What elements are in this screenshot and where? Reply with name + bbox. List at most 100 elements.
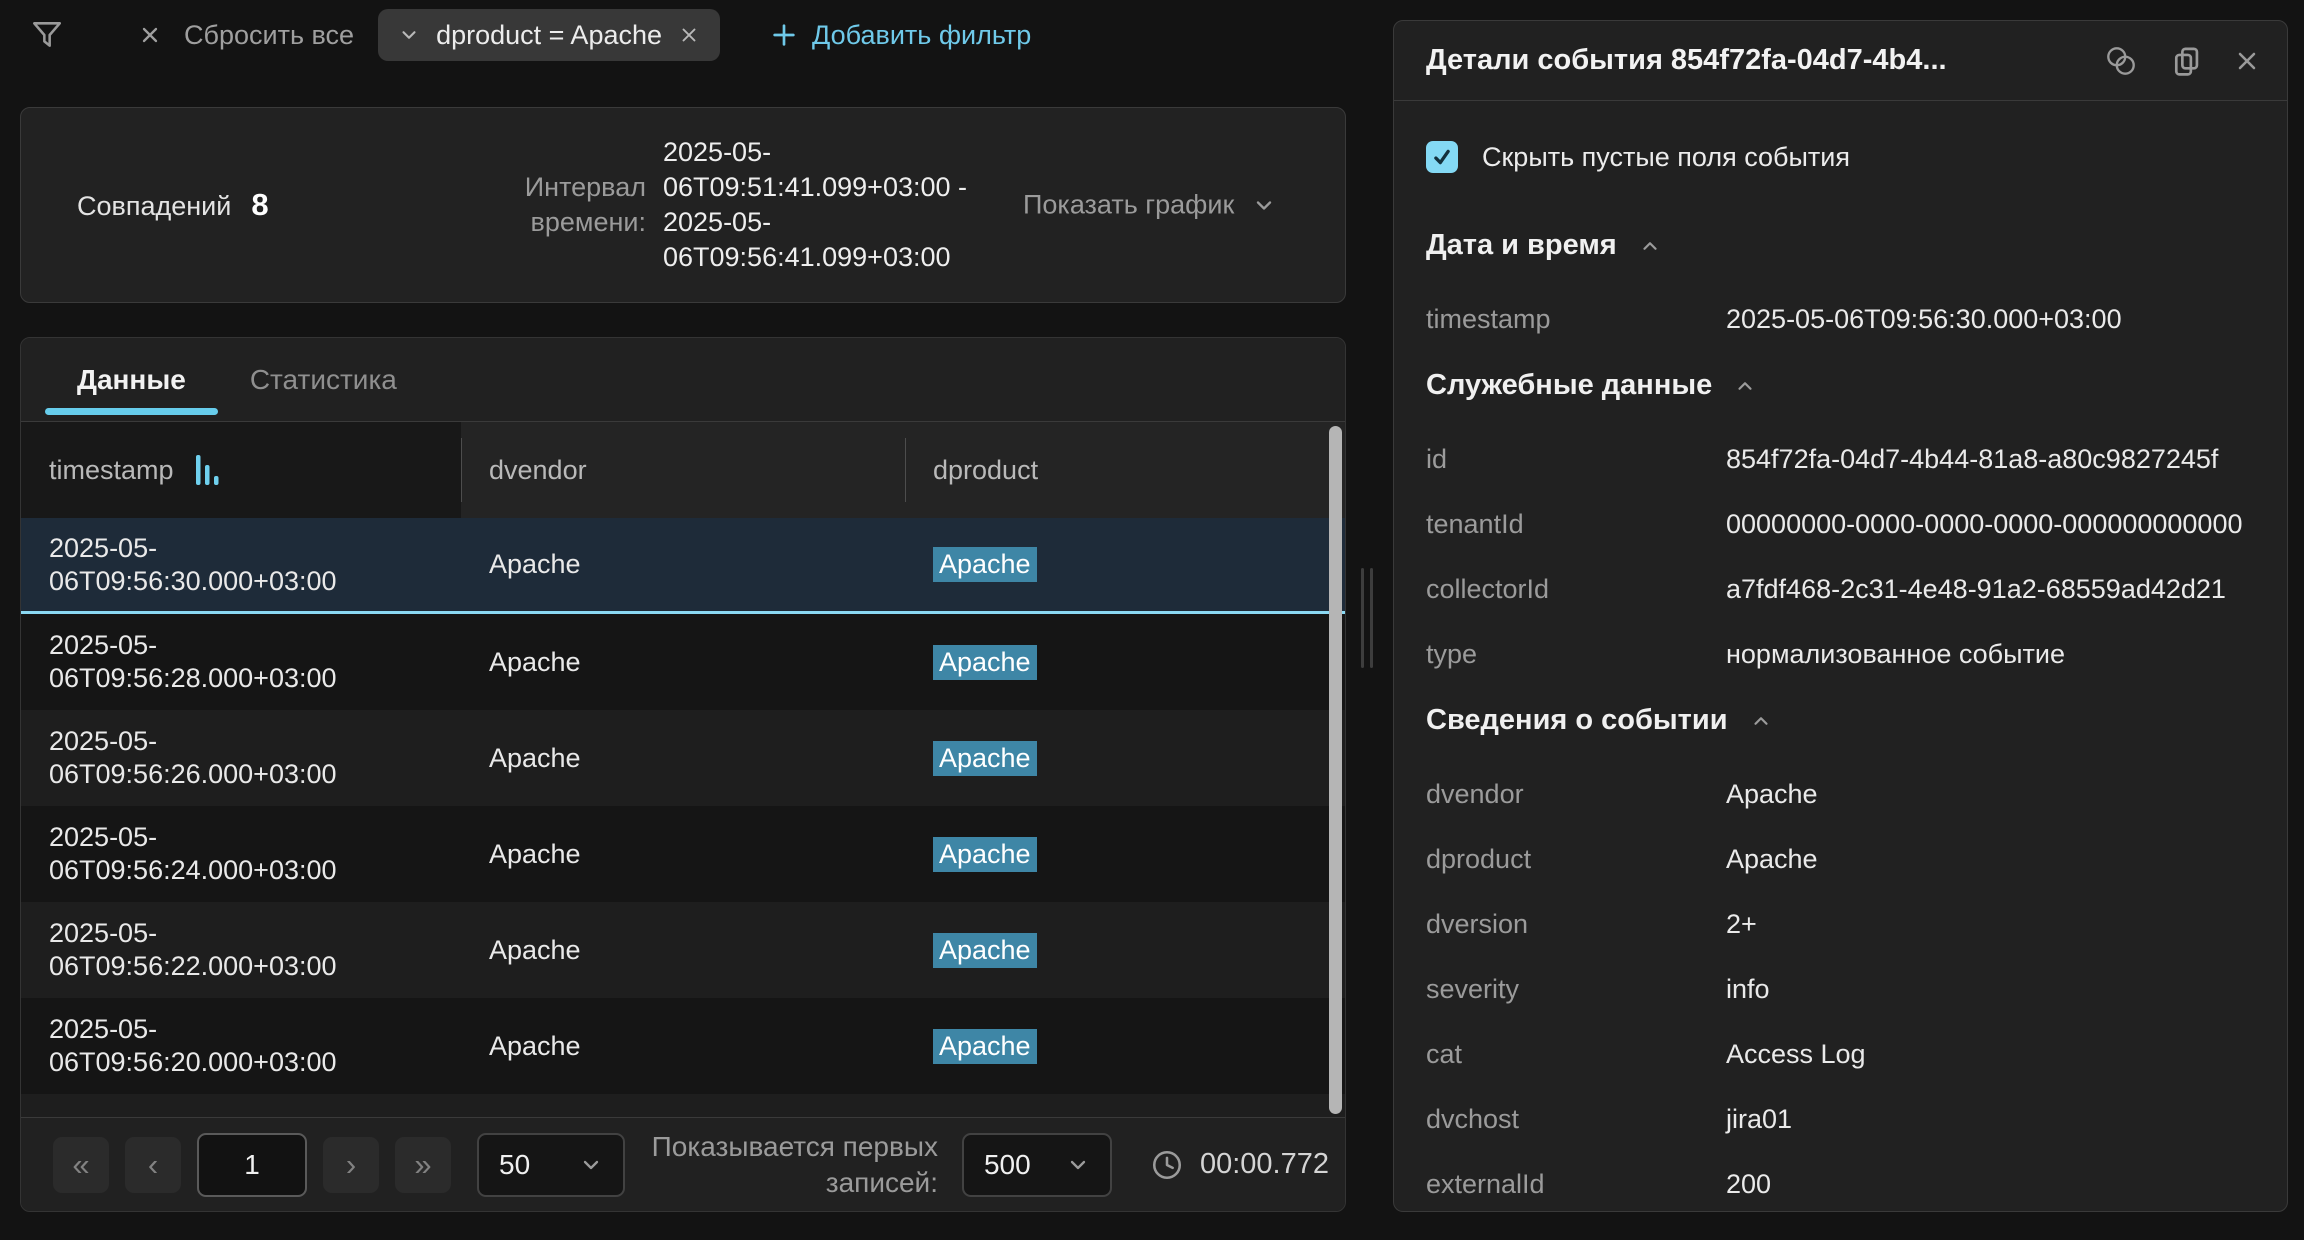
next-page-button[interactable]: › (323, 1137, 379, 1193)
section-service-data: Служебные данные id 854f72fa-04d7-4b44-8… (1426, 369, 2255, 670)
chevron-down-icon[interactable] (398, 24, 420, 46)
copy-icon[interactable] (2169, 44, 2203, 78)
page-size-select[interactable]: 50 (477, 1133, 625, 1197)
last-page-button[interactable]: » (395, 1137, 451, 1193)
match-highlight: Apache (933, 741, 1037, 776)
field-value: a7fdf468-2c31-4e48-91a2-68559ad42d21 (1726, 574, 2226, 605)
column-label: dvendor (489, 455, 587, 486)
detail-field: dvchost jira01 (1426, 1104, 2255, 1135)
table-row[interactable]: 2025-05-06T09:56:20.000+03:00 Apache Apa… (21, 998, 1345, 1094)
details-content: Скрыть пустые поля события Дата и время … (1394, 101, 2287, 1200)
checkbox-checked-icon[interactable] (1426, 141, 1458, 173)
table-row-partial[interactable]: 2025-05- (21, 1094, 1345, 1119)
cell-timestamp: 2025-05-06T09:56:22.000+03:00 (21, 917, 461, 983)
field-name: timestamp (1426, 304, 1726, 335)
column-header-dvendor[interactable]: dvendor (461, 422, 905, 518)
page-number-input[interactable] (197, 1133, 307, 1197)
cell-dproduct: Apache (905, 837, 1345, 872)
tab-data[interactable]: Данные (45, 338, 218, 421)
add-filter-button[interactable]: Добавить фильтр (770, 20, 1031, 51)
section-date-time: Дата и время timestamp 2025-05-06T09:56:… (1426, 229, 2255, 335)
field-name: type (1426, 639, 1726, 670)
chevron-down-icon (579, 1153, 603, 1177)
section-header[interactable]: Служебные данные (1426, 369, 2255, 402)
table-row[interactable]: 2025-05-06T09:56:30.000+03:00 Apache Apa… (21, 518, 1345, 614)
field-value: 854f72fa-04d7-4b44-81a8-a80c9827245f (1726, 444, 2218, 475)
first-page-button[interactable]: « (53, 1137, 109, 1193)
cell-dproduct: Apache (905, 547, 1345, 582)
field-value: нормализованное событие (1726, 639, 2065, 670)
table-tabs: Данные Статистика (21, 338, 1345, 422)
vertical-scrollbar[interactable] (1329, 426, 1342, 1114)
show-chart-toggle[interactable]: Показать график (1023, 190, 1276, 221)
query-time: 00:00.772 (1150, 1148, 1329, 1182)
linked-events-icon[interactable] (2103, 43, 2139, 79)
detail-field: externalId 200 (1426, 1169, 2255, 1200)
close-icon[interactable] (2233, 47, 2261, 75)
details-header-icons (2103, 43, 2261, 79)
pagination-right-group: Показывается первых записей: 500 00:00.7… (628, 1129, 1329, 1201)
reset-all-filters-button[interactable]: Сбросить все (138, 20, 354, 51)
chevron-up-icon (1639, 235, 1661, 257)
section-header[interactable]: Сведения о событии (1426, 704, 2255, 737)
cell-timestamp: 2025-05-06T09:56:24.000+03:00 (21, 821, 461, 887)
field-value: 2025-05-06T09:56:30.000+03:00 (1726, 304, 2122, 335)
table-row[interactable]: 2025-05-06T09:56:28.000+03:00 Apache Apa… (21, 614, 1345, 710)
histogram-sort-icon[interactable] (196, 455, 222, 485)
section-header[interactable]: Дата и время (1426, 229, 2255, 262)
table-row[interactable]: 2025-05-06T09:56:24.000+03:00 Apache Apa… (21, 806, 1345, 902)
clear-icon (138, 23, 162, 47)
matches-counter: Совпадений 8 (77, 187, 269, 223)
records-limit-value: 500 (984, 1149, 1031, 1181)
cell-dproduct: Apache (905, 933, 1345, 968)
table-row[interactable]: 2025-05-06T09:56:26.000+03:00 Apache Apa… (21, 710, 1345, 806)
match-highlight: Apache (933, 837, 1037, 872)
field-name: externalId (1426, 1169, 1726, 1200)
cell-dvendor: Apache (461, 838, 905, 871)
field-name: collectorId (1426, 574, 1726, 605)
panel-resize-handle[interactable] (1361, 568, 1373, 668)
cell-dproduct: Apache (905, 741, 1345, 776)
field-value: 00000000-0000-0000-0000-000000000000 (1726, 509, 2242, 540)
match-highlight: Apache (933, 547, 1037, 582)
remove-filter-icon[interactable] (678, 24, 700, 46)
filter-chip-dproduct[interactable]: dproduct = Apache (378, 9, 720, 61)
chevron-up-icon (1750, 710, 1772, 732)
filter-funnel-icon[interactable] (30, 17, 64, 53)
detail-field: dproduct Apache (1426, 844, 2255, 875)
chevron-down-icon (1252, 193, 1276, 217)
detail-field: id 854f72fa-04d7-4b44-81a8-a80c9827245f (1426, 444, 2255, 475)
field-value: 2+ (1726, 909, 1757, 940)
cell-timestamp: 2025-05-06T09:56:28.000+03:00 (21, 629, 461, 695)
cell-dvendor: Apache (461, 742, 905, 775)
cell-timestamp: 2025-05-06T09:56:26.000+03:00 (21, 725, 461, 791)
field-name: cat (1426, 1039, 1726, 1070)
field-value: Apache (1726, 844, 1818, 875)
section-title-label: Дата и время (1426, 229, 1617, 262)
column-header-dproduct[interactable]: dproduct (905, 422, 1345, 518)
query-time-value: 00:00.772 (1200, 1148, 1329, 1181)
field-name: severity (1426, 974, 1726, 1005)
tab-statistics[interactable]: Статистика (218, 338, 429, 421)
hide-empty-fields-row[interactable]: Скрыть пустые поля события (1426, 141, 2255, 173)
prev-page-button[interactable]: ‹ (125, 1137, 181, 1193)
field-value: Access Log (1726, 1039, 1866, 1070)
cell-dvendor: Apache (461, 1030, 905, 1063)
detail-field: timestamp 2025-05-06T09:56:30.000+03:00 (1426, 304, 2255, 335)
column-divider (461, 438, 462, 502)
chevron-up-icon (1734, 375, 1756, 397)
table-row[interactable]: 2025-05-06T09:56:22.000+03:00 Apache Apa… (21, 902, 1345, 998)
show-chart-label: Показать график (1023, 190, 1234, 221)
records-limit-select[interactable]: 500 (962, 1133, 1112, 1197)
detail-field: dvendor Apache (1426, 779, 2255, 810)
section-event-info: Сведения о событии dvendor Apache dprodu… (1426, 704, 2255, 1200)
filter-chip-label: dproduct = Apache (436, 20, 662, 51)
field-name: dversion (1426, 909, 1726, 940)
column-header-timestamp[interactable]: timestamp (21, 422, 461, 518)
event-explorer-screen: Сбросить все dproduct = Apache Добавить … (0, 0, 2304, 1240)
field-name: dvchost (1426, 1104, 1726, 1135)
showing-records-label: Показывается первых записей: (628, 1129, 938, 1201)
filter-bar: Сбросить все dproduct = Apache Добавить … (20, 0, 1346, 70)
results-summary-panel: Совпадений 8 Интервал времени: 2025-05-0… (20, 107, 1346, 303)
detail-field: type нормализованное событие (1426, 639, 2255, 670)
